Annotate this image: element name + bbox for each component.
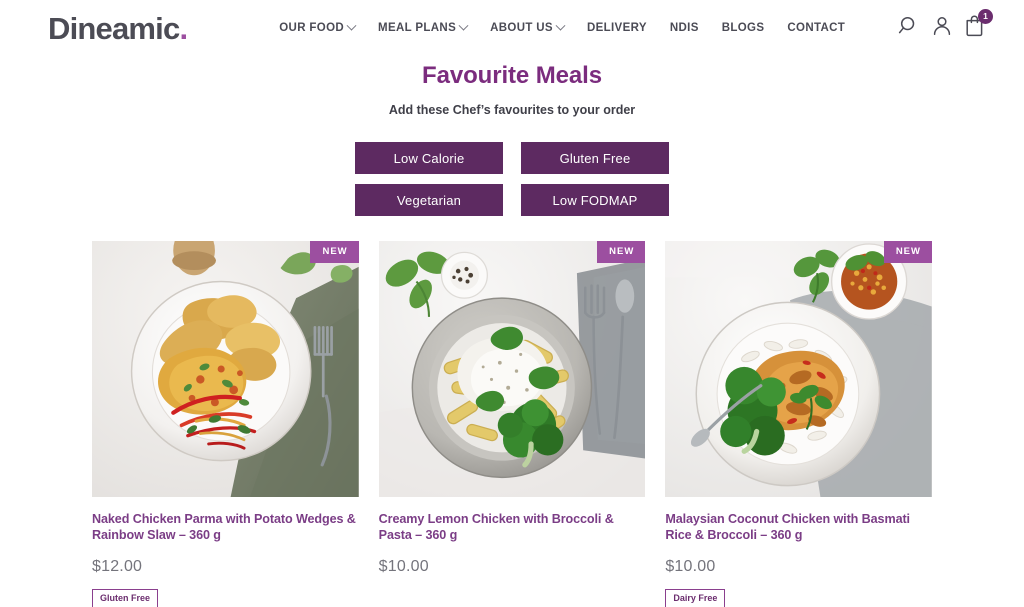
product-tag-list: Dairy Free <box>665 589 932 607</box>
nav-label: MEAL PLANS <box>378 22 457 34</box>
nav-item-meal-plans[interactable]: MEAL PLANS <box>378 20 469 34</box>
product-tag-list: Gluten Free <box>92 589 359 607</box>
product-price: $10.00 <box>665 558 716 576</box>
product-price: $12.00 <box>92 558 143 576</box>
nav-item-our-food[interactable]: OUR FOOD <box>279 20 357 34</box>
nav-label: DELIVERY <box>586 22 647 34</box>
page-root: Dineamic. OUR FOOD MEAL PLANS ABOUT US D… <box>0 0 1024 607</box>
product-tag-list <box>379 589 646 607</box>
filter-low-fodmap[interactable]: Low FODMAP <box>521 184 669 216</box>
nav-item-blogs[interactable]: BLOGS <box>722 22 765 34</box>
chevron-down-icon <box>555 20 566 31</box>
nav-label: ABOUT US <box>490 22 553 34</box>
page-heading-block: Favourite Meals Add these Chef’s favouri… <box>0 62 1024 117</box>
page-title: Favourite Meals <box>422 62 602 89</box>
header-icon-group: 1 <box>898 9 993 42</box>
nav-item-about-us[interactable]: ABOUT US <box>490 20 566 34</box>
filter-gluten-free[interactable]: Gluten Free <box>521 142 669 174</box>
nav-label: CONTACT <box>787 22 846 34</box>
food-photo-illustration <box>378 241 646 497</box>
product-image-lemon-chicken-pasta[interactable]: NEW <box>378 241 646 497</box>
nav-label: NDIS <box>669 22 699 34</box>
filter-button-group: Low Calorie Gluten Free Vegetarian Low F… <box>355 142 669 216</box>
food-photo-illustration <box>665 241 932 497</box>
food-photo-illustration <box>92 241 359 497</box>
logo-dot: . <box>179 10 188 46</box>
nav-item-ndis[interactable]: NDIS <box>670 22 699 34</box>
product-tag: Dairy Free <box>665 589 726 607</box>
new-badge: NEW <box>597 241 646 263</box>
nav-item-delivery[interactable]: DELIVERY <box>587 22 647 34</box>
filter-vegetarian[interactable]: Vegetarian <box>355 184 503 216</box>
cart-count-badge: 1 <box>978 9 993 24</box>
product-image-malaysian-coconut-chicken[interactable]: NEW <box>665 241 932 497</box>
logo-text: Dineamic <box>48 10 180 46</box>
chevron-down-icon <box>458 20 469 31</box>
product-image-chicken-parma[interactable]: NEW <box>92 241 359 497</box>
new-badge: NEW <box>883 241 932 263</box>
product-title[interactable]: Creamy Lemon Chicken with Broccoli & Pas… <box>379 511 646 543</box>
product-card[interactable]: NEW Malaysian Coconut Chicken with Basma… <box>665 241 932 607</box>
main-navigation: OUR FOOD MEAL PLANS ABOUT US DELIVERY ND… <box>279 20 845 34</box>
chevron-down-icon <box>346 20 357 31</box>
new-badge: NEW <box>310 241 359 263</box>
product-title[interactable]: Naked Chicken Parma with Potato Wedges &… <box>92 511 359 543</box>
page-subtitle: Add these Chef’s favourites to your orde… <box>388 103 636 117</box>
nav-item-contact[interactable]: CONTACT <box>787 22 845 34</box>
nav-label: OUR FOOD <box>279 22 345 34</box>
product-card[interactable]: NEW Naked Chicken Parma with Potato Wedg… <box>92 241 359 607</box>
product-title[interactable]: Malaysian Coconut Chicken with Basmati R… <box>665 511 932 543</box>
user-account-icon[interactable] <box>931 15 953 42</box>
product-card[interactable]: NEW Creamy Lemon Chicken with Broccoli &… <box>378 241 646 607</box>
site-header: Dineamic. OUR FOOD MEAL PLANS ABOUT US D… <box>0 0 1024 56</box>
product-tag: Gluten Free <box>92 589 159 607</box>
site-logo[interactable]: Dineamic. <box>48 10 188 46</box>
product-price: $10.00 <box>378 558 429 576</box>
nav-label: BLOGS <box>721 22 765 34</box>
product-grid: NEW Naked Chicken Parma with Potato Wedg… <box>0 241 1024 607</box>
search-icon[interactable] <box>898 15 920 42</box>
shopping-bag-icon[interactable]: 1 <box>964 9 993 42</box>
filter-low-calorie[interactable]: Low Calorie <box>355 142 503 174</box>
